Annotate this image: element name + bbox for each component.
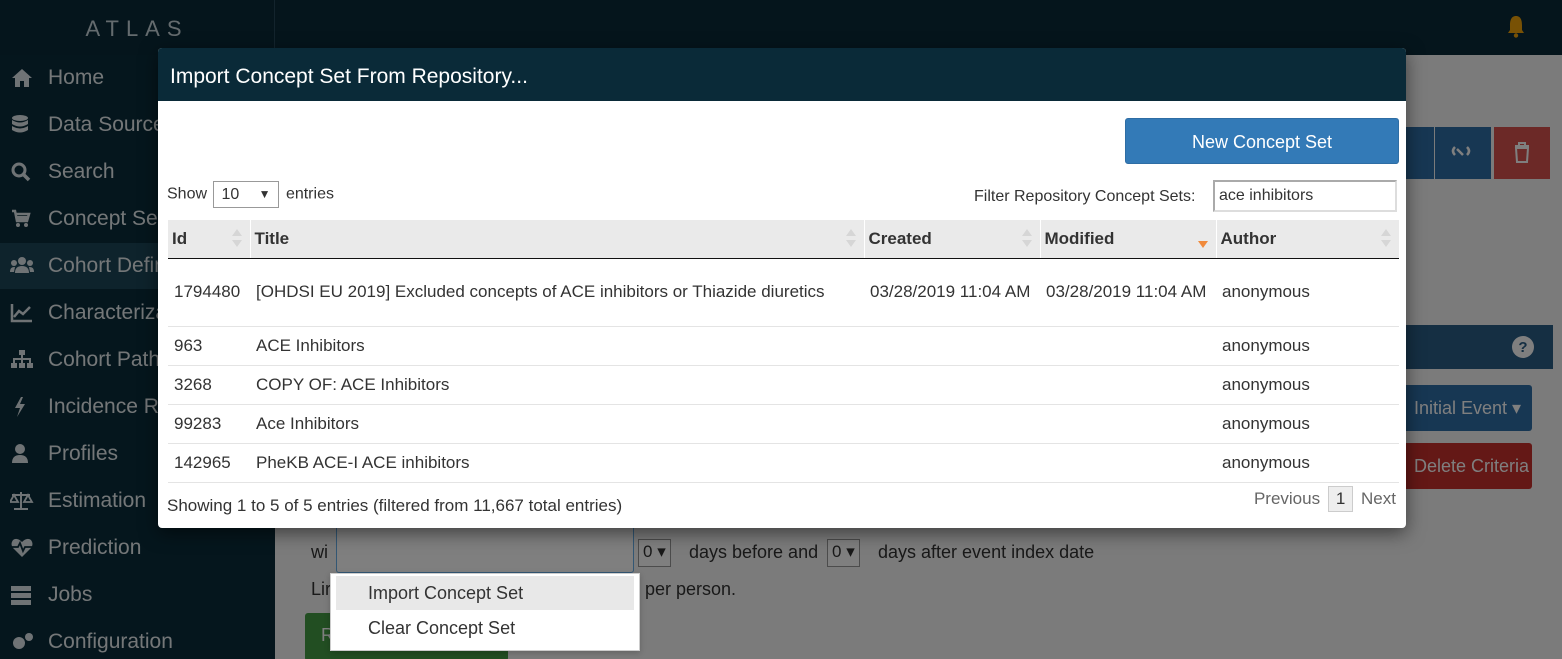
page-1-button[interactable]: 1 [1327,486,1354,512]
cell-title: COPY OF: ACE Inhibitors [250,365,864,405]
sort-desc-icon [1197,229,1208,249]
column-header-id[interactable]: Id [168,220,250,259]
column-header-author[interactable]: Author [1215,220,1399,259]
previous-page-button[interactable]: Previous [1254,489,1320,508]
column-header-modified[interactable]: Modified [1039,220,1216,259]
table-row[interactable]: 3268 COPY OF: ACE Inhibitors anonymous [168,365,1399,405]
show-label: Show [167,185,208,203]
cell-created: 03/28/2019 11:04 AM [864,258,1040,327]
cell-id: 1794480 [168,258,250,327]
cell-author: anonymous [1216,258,1399,327]
page-length-select[interactable]: 10 ▼ [213,181,280,208]
table-row[interactable]: 142965 PheKB ACE-I ACE inhibitors anonym… [168,443,1399,483]
cell-id: 963 [168,326,250,366]
cell-author: anonymous [1216,326,1399,366]
cell-author: anonymous [1216,365,1399,405]
page-length-control: Show 10 ▼ entries [167,181,334,208]
table-row[interactable]: 1794480 [OHDSI EU 2019] Excluded concept… [168,258,1399,327]
cell-id: 3268 [168,365,250,405]
cell-title: Ace Inhibitors [250,404,864,444]
table-info: Showing 1 to 5 of 5 entries (filtered fr… [167,496,623,515]
cell-title: [OHDSI EU 2019] Excluded concepts of ACE… [250,258,864,327]
column-header-created[interactable]: Created [863,220,1040,259]
cell-modified [1040,443,1216,483]
sort-icon [1381,229,1391,249]
filter-label: Filter Repository Concept Sets: [974,188,1196,205]
cell-modified: 03/28/2019 11:04 AM [1040,258,1216,327]
entries-label: entries [285,185,334,203]
caret-down-icon: ▼ [258,187,271,201]
table-row[interactable]: 99283 Ace Inhibitors anonymous [168,404,1399,444]
cell-modified [1040,404,1216,444]
column-header-title[interactable]: Title [249,220,864,259]
sort-icon [1021,229,1032,249]
modal-title: Import Concept Set From Repository... [158,48,1406,101]
cell-created [864,404,1040,444]
cell-id: 142965 [168,443,250,483]
next-page-button[interactable]: Next [1361,489,1396,508]
import-concept-set-item[interactable]: Import Concept Set [336,576,634,610]
column-label: Id [172,228,188,248]
table-row[interactable]: 963 ACE Inhibitors anonymous [168,326,1399,366]
new-concept-set-button[interactable]: New Concept Set [1125,118,1399,164]
cell-modified [1040,365,1216,405]
cell-created [864,365,1040,405]
concept-set-menu: Import Concept Set Clear Concept Set [330,573,640,651]
sort-icon [845,229,856,249]
cell-modified [1040,326,1216,366]
column-label: Created [868,228,932,248]
concept-set-table: Id Title Created Modified Author 1794480… [168,220,1399,483]
pagination: Previous 1 Next [1254,486,1396,512]
column-label: Title [254,228,290,248]
cell-title: PheKB ACE-I ACE inhibitors [250,443,864,483]
cell-author: anonymous [1216,443,1399,483]
cell-author: anonymous [1216,404,1399,444]
column-label: Author [1220,228,1277,248]
page-length-value: 10 [221,186,240,203]
filter-input[interactable]: ace inhibitors [1213,180,1397,212]
clear-concept-set-item[interactable]: Clear Concept Set [336,611,634,645]
cell-title: ACE Inhibitors [250,326,864,366]
cell-created [864,443,1040,483]
sort-icon [231,229,242,249]
cell-created [864,326,1040,366]
column-label: Modified [1044,228,1115,248]
import-concept-set-modal: Import Concept Set From Repository... Ne… [158,48,1406,528]
cell-id: 99283 [168,404,250,444]
